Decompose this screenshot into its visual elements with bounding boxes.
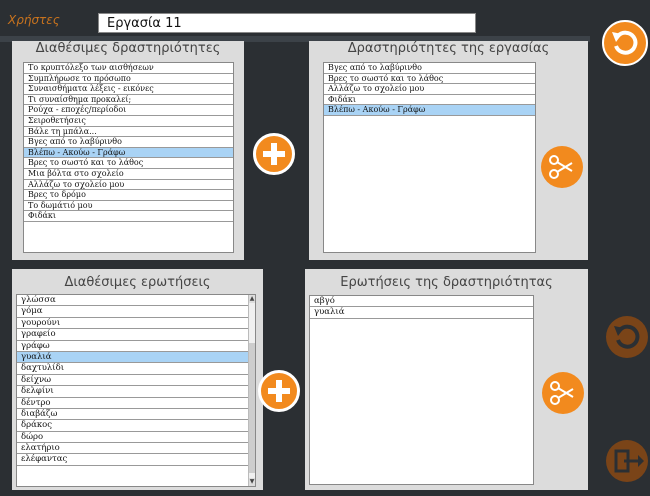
available-questions-title: Διαθέσιμες ερωτήσεις	[64, 275, 211, 290]
remove-activity-button[interactable]	[541, 146, 583, 188]
list-item[interactable]: γουρούνι	[17, 318, 255, 330]
undo-disabled-button[interactable]	[606, 316, 648, 358]
add-question-button[interactable]	[258, 370, 300, 412]
scissors-icon	[550, 381, 574, 405]
remove-question-button[interactable]	[542, 372, 584, 414]
list-item[interactable]: Βάλε τη μπάλα...	[24, 127, 233, 138]
undo-button[interactable]	[602, 20, 648, 66]
list-item[interactable]: Ρούχα - εποχές/περίοδοι	[24, 105, 233, 116]
undo-icon	[614, 324, 640, 349]
exit-icon	[614, 449, 644, 473]
list-item[interactable]: γυαλιά	[310, 307, 533, 319]
scroll-thumb[interactable]	[249, 343, 255, 473]
scroll-up-icon[interactable]: ▲	[249, 295, 255, 303]
questions-scrollbar[interactable]: ▲ ▼	[248, 295, 255, 486]
list-item[interactable]: Το κρυπτόλεξο των αισθήσεων	[24, 63, 233, 74]
list-item[interactable]: Φιδάκι	[24, 211, 233, 222]
list-item[interactable]: Φιδάκι	[324, 95, 535, 106]
list-item[interactable]: διαβάζω	[17, 409, 255, 421]
list-item[interactable]: Βρες το σωστό και το λάθος	[324, 74, 535, 85]
list-item[interactable]: Βλέπω - Ακούω - Γράφω	[324, 105, 535, 116]
list-item[interactable]: δείχνω	[17, 375, 255, 387]
list-item[interactable]: Βρες το σωστό και το λάθος	[24, 158, 233, 169]
list-item[interactable]: δώρο	[17, 432, 255, 444]
list-item[interactable]: Βγες από το λαβύρινθο	[24, 137, 233, 148]
task-name-input[interactable]	[98, 13, 476, 33]
list-item[interactable]: Βλέπω - Ακούω - Γράφω	[24, 147, 233, 159]
list-item[interactable]: γραφείο	[17, 329, 255, 341]
list-item[interactable]: ελατήριο	[17, 443, 255, 455]
available-activities-title: Διαθέσιμες δραστηριότητες	[35, 41, 221, 56]
list-item[interactable]: γυαλιά	[17, 351, 255, 364]
list-item[interactable]: Βγες από το λαβύρινθο	[324, 63, 535, 74]
list-item[interactable]: δελφίνι	[17, 386, 255, 398]
task-activities-list[interactable]: Βγες από το λαβύρινθο Βρες το σωστό και τ…	[323, 62, 536, 253]
available-activities-list[interactable]: Το κρυπτόλεξο των αισθήσεων Συμπλήρωσε το…	[23, 62, 234, 253]
list-item[interactable]: Σειροθετήσεις	[24, 116, 233, 127]
list-item[interactable]: γράφω	[17, 341, 255, 352]
list-item[interactable]: Συμπλήρωσε το πρόσωπο	[24, 74, 233, 85]
available-questions-panel: Διαθέσιμες ερωτήσεις γλώσσα γόμα γουρούνι γ…	[12, 269, 263, 490]
list-item[interactable]: Το δωμάτιό μου	[24, 201, 233, 212]
available-activities-panel: Διαθέσιμες δραστηριότητες Το κρυπτόλεξο …	[12, 41, 244, 260]
list-item[interactable]: ελέφαντας	[17, 454, 255, 466]
list-item[interactable]: γλώσσα	[17, 295, 255, 307]
activity-questions-title: Ερωτήσεις της δραστηριότητας	[340, 275, 553, 290]
scroll-down-icon[interactable]: ▼	[249, 478, 255, 486]
task-activities-title: Δραστηριότητες της εργασίας	[347, 41, 550, 56]
list-item[interactable]: αβγό	[310, 296, 533, 308]
list-item[interactable]: γόμα	[17, 306, 255, 318]
plus-icon	[263, 143, 285, 165]
available-questions-list[interactable]: γλώσσα γόμα γουρούνι γραφείο γράφω γυαλιά δαχτ…	[16, 294, 256, 487]
list-item[interactable]: Τι συναίσθημα προκαλεί;	[24, 95, 233, 106]
list-item[interactable]: Βρες το δρόμο	[24, 190, 233, 201]
plus-icon	[268, 380, 290, 402]
list-item[interactable]: δράκος	[17, 420, 255, 432]
list-item[interactable]: Αλλάζω το σχολείο μου	[324, 84, 535, 95]
list-item[interactable]: δέντρο	[17, 398, 255, 409]
list-item[interactable]: Αλλάζω το σχολείο μου	[24, 180, 233, 191]
activity-questions-list[interactable]: αβγό γυαλιά	[309, 295, 534, 485]
users-tab[interactable]: Χρήστες	[8, 13, 60, 27]
list-item[interactable]: δαχτυλίδι	[17, 363, 255, 375]
list-item[interactable]: Μια βόλτα στο σχολείο	[24, 169, 233, 180]
scissors-icon	[549, 155, 573, 179]
add-activity-button[interactable]	[253, 133, 295, 175]
undo-icon	[612, 30, 638, 55]
list-item[interactable]: Συναισθήματα λέξεις - εικόνες	[24, 84, 233, 95]
exit-button[interactable]	[606, 440, 648, 482]
